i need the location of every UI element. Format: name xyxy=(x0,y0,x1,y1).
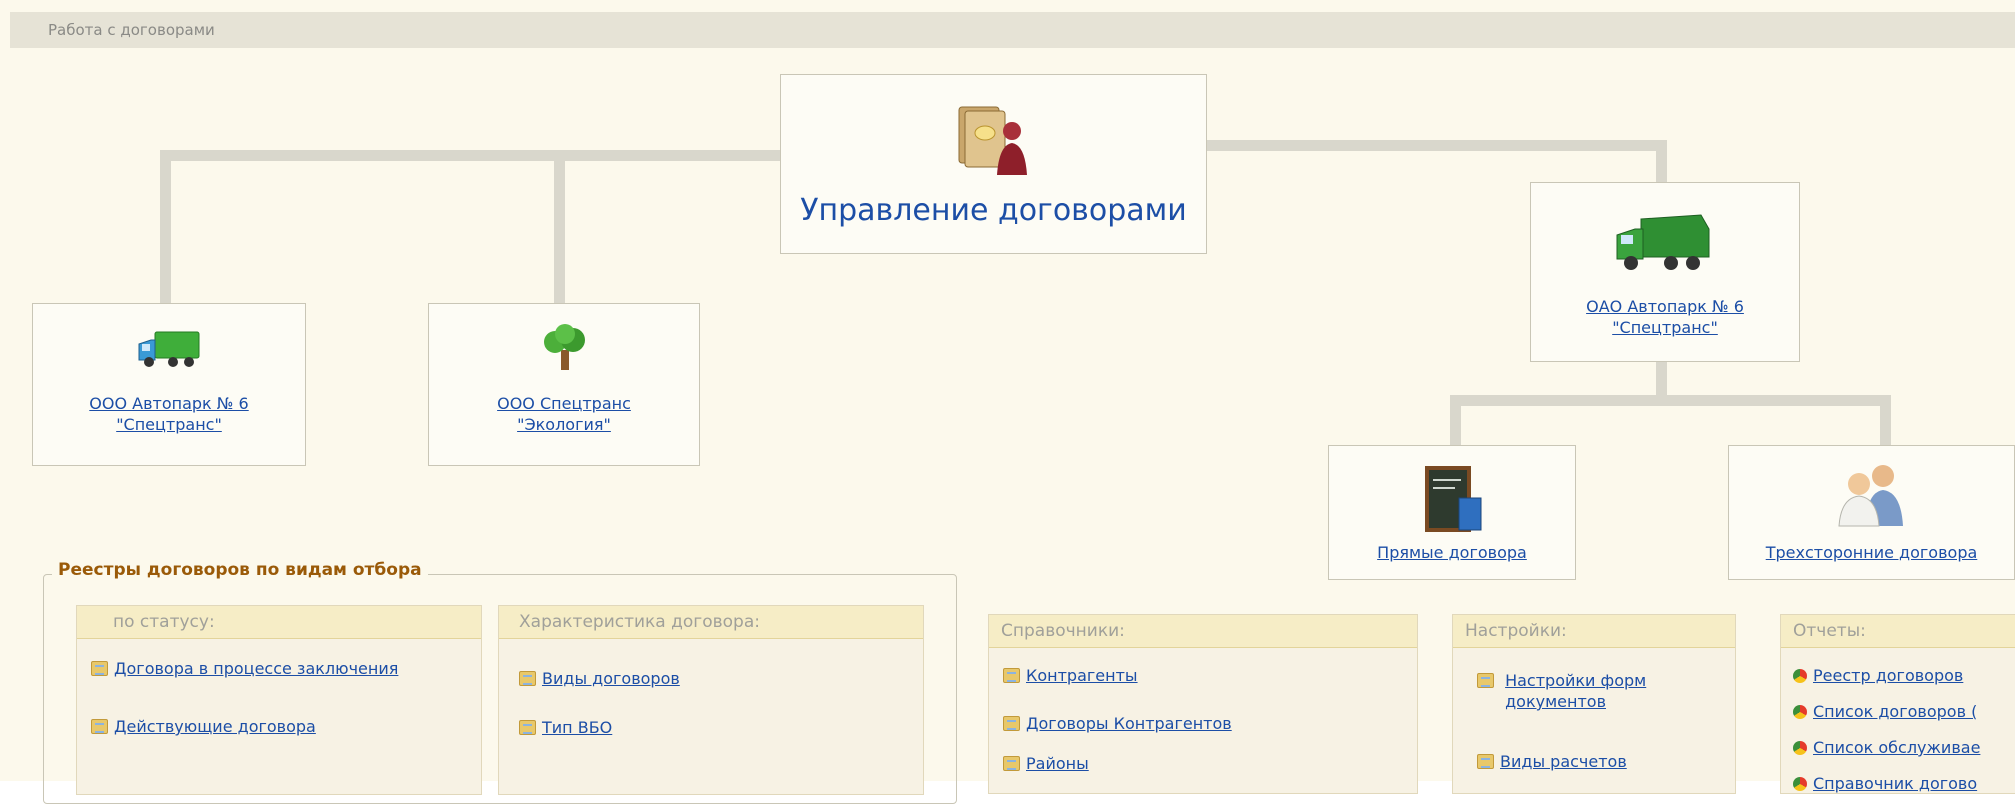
org-node-ecology[interactable]: ООО Спецтранс "Экология" xyxy=(428,303,700,466)
connector-line xyxy=(554,150,565,303)
counterparty-contracts-link[interactable]: Договоры Контрагентов xyxy=(1026,714,1232,733)
connector-line xyxy=(1656,140,1667,184)
report-icon xyxy=(1793,705,1807,719)
connector-line xyxy=(160,150,171,303)
reports-panel-title: Отчеты: xyxy=(1781,615,2015,648)
org-node-oao-autopark[interactable]: ОАО Автопарк № 6 "Спецтранс" xyxy=(1530,182,1800,362)
status-group: по статусу: Договора в процессе заключен… xyxy=(76,605,482,795)
org-link-line2[interactable]: "Спецтранс" xyxy=(116,415,222,434)
contract-directory-report-link[interactable]: Справочник догово xyxy=(1813,774,1977,793)
window-title-bar: Работа с договорами xyxy=(10,12,2015,48)
contract-folder-person-icon xyxy=(955,101,1031,181)
connector-line xyxy=(1207,140,1667,151)
status-group-title: по статусу: xyxy=(77,606,481,639)
contract-list-report-link[interactable]: Список договоров ( xyxy=(1813,702,1977,721)
org-node-autopark[interactable]: ООО Автопарк № 6 "Спецтранс" xyxy=(32,303,306,466)
tripartite-contracts-node[interactable]: Трехсторонние договора xyxy=(1728,445,2015,580)
chalkboard-book-icon xyxy=(1421,464,1489,536)
characteristic-group-title: Характеристика договора: xyxy=(499,606,923,639)
direct-contracts-node[interactable]: Прямые договора xyxy=(1328,445,1576,580)
document-icon xyxy=(1003,668,1020,683)
org-link-line1[interactable]: ООО Спецтранс xyxy=(497,394,631,413)
connector-line xyxy=(1450,395,1461,445)
serviced-list-report-link[interactable]: Список обслуживае xyxy=(1813,738,1980,757)
direct-contracts-link[interactable]: Прямые договора xyxy=(1377,543,1527,562)
contract-registry-report-link[interactable]: Реестр договоров xyxy=(1813,666,1963,685)
window-title: Работа с договорами xyxy=(48,21,215,39)
org-link-line2[interactable]: "Экология" xyxy=(517,415,611,434)
connector-line xyxy=(1880,395,1891,445)
tree-icon xyxy=(539,324,591,372)
document-icon xyxy=(519,720,536,735)
workspace: Работа с договорами Управление договорам… xyxy=(0,0,2015,804)
active-contracts-link[interactable]: Действующие договора xyxy=(114,717,316,736)
connector-line xyxy=(1450,395,1891,406)
org-link-line1[interactable]: ООО Автопарк № 6 xyxy=(89,394,248,413)
two-people-icon xyxy=(1835,462,1909,528)
document-icon xyxy=(91,719,108,734)
document-icon xyxy=(1477,673,1494,688)
contract-types-link[interactable]: Виды договоров xyxy=(542,669,680,688)
document-icon xyxy=(1003,716,1020,731)
characteristic-group: Характеристика договора: Виды договоров … xyxy=(498,605,924,795)
document-icon xyxy=(519,671,536,686)
reports-panel: Отчеты: Реестр договоров Список договоро… xyxy=(1780,614,2015,794)
form-settings-link-line1[interactable]: Настройки форм xyxy=(1505,671,1646,690)
districts-link[interactable]: Районы xyxy=(1026,754,1089,773)
counterparties-link[interactable]: Контрагенты xyxy=(1026,666,1138,685)
org-link-line2[interactable]: "Спецтранс" xyxy=(1612,318,1718,337)
connector-line xyxy=(160,150,780,161)
report-icon xyxy=(1793,669,1807,683)
report-icon xyxy=(1793,741,1807,755)
garbage-truck-icon xyxy=(1611,211,1715,275)
report-icon xyxy=(1793,777,1807,791)
document-icon xyxy=(1003,756,1020,771)
document-icon xyxy=(1477,754,1494,769)
contract-management-node[interactable]: Управление договорами xyxy=(780,74,1207,254)
settings-panel: Настройки: Настройки форм документов Вид… xyxy=(1452,614,1736,794)
references-panel: Справочники: Контрагенты Договоры Контра… xyxy=(988,614,1418,794)
org-link-line1[interactable]: ОАО Автопарк № 6 xyxy=(1586,297,1744,316)
document-icon xyxy=(91,661,108,676)
calculation-types-link[interactable]: Виды расчетов xyxy=(1500,752,1627,771)
tripartite-contracts-link[interactable]: Трехсторонние договора xyxy=(1766,543,1978,562)
contract-management-label[interactable]: Управление договорами xyxy=(781,193,1206,228)
settings-panel-title: Настройки: xyxy=(1453,615,1735,648)
vbo-type-link[interactable]: Тип ВБО xyxy=(542,718,612,737)
contracts-in-progress-link[interactable]: Договора в процессе заключения xyxy=(114,659,398,678)
references-panel-title: Справочники: xyxy=(989,615,1417,648)
connector-line xyxy=(1656,362,1667,395)
registries-legend: Реестры договоров по видам отбора xyxy=(52,560,428,580)
green-truck-icon xyxy=(137,328,201,370)
form-settings-link-line2[interactable]: документов xyxy=(1505,692,1606,711)
